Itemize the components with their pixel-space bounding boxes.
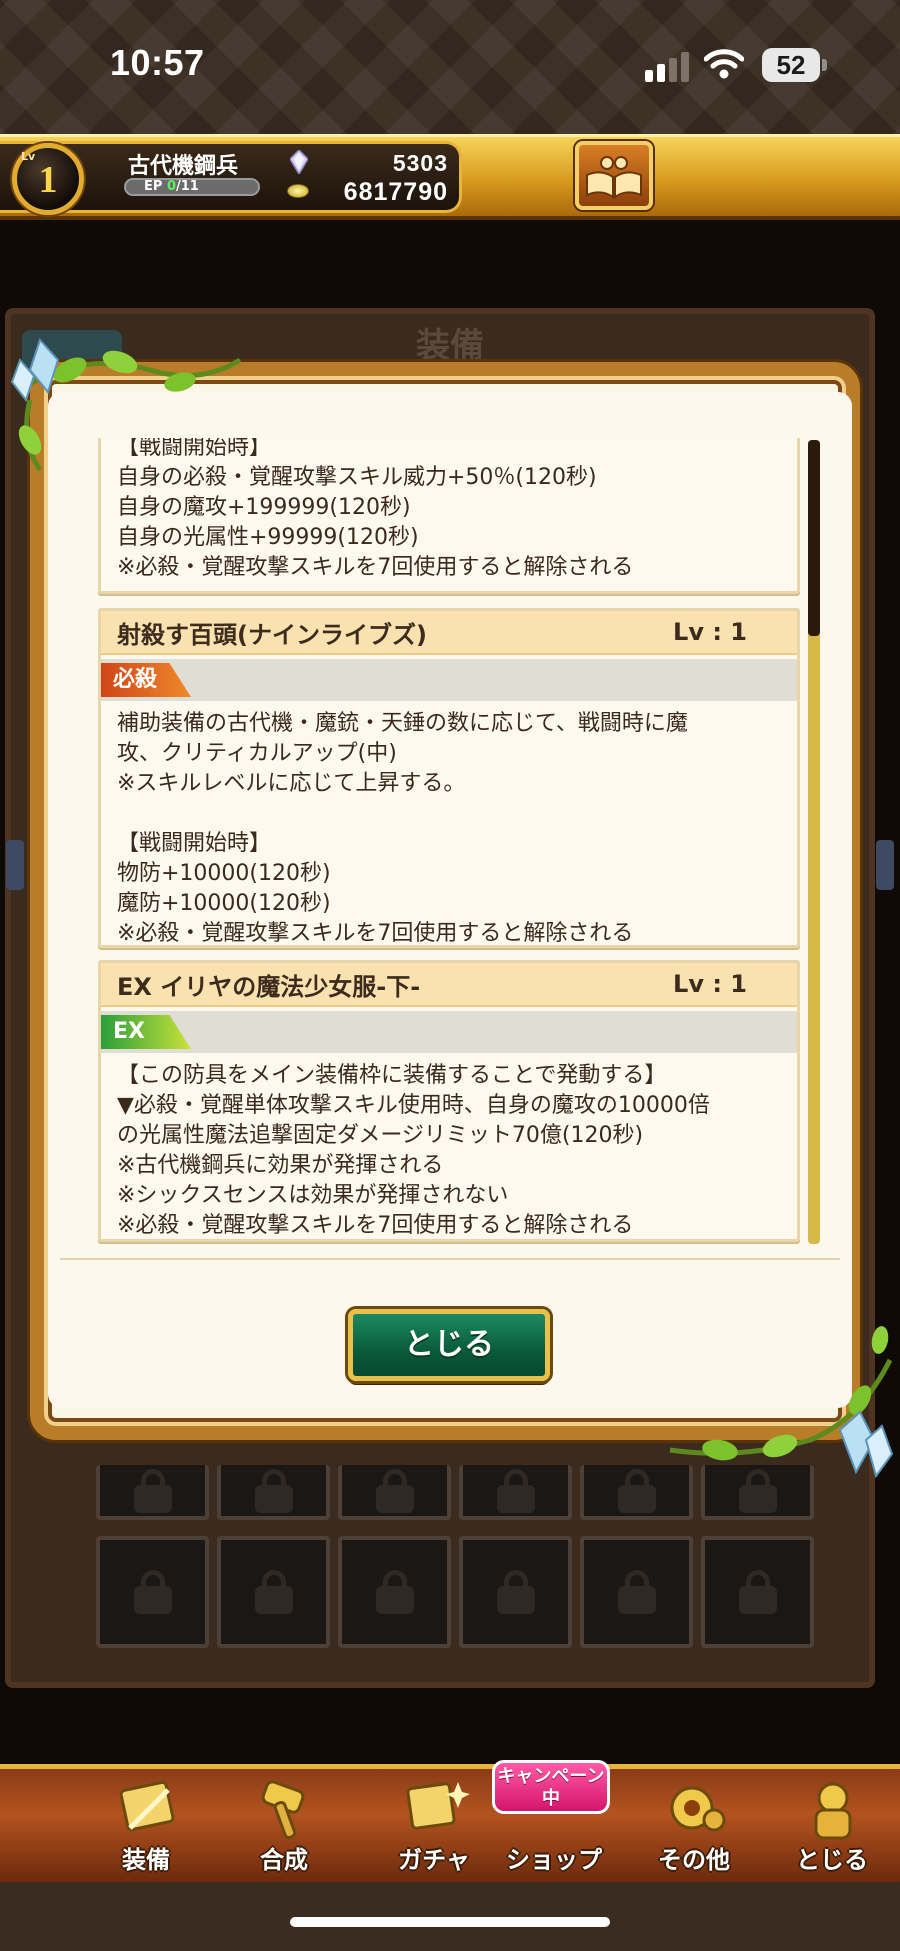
description-line: 自身の魔攻+199999(120秒) — [117, 495, 411, 520]
skill-description: 【戦闘開始時】 自身の必殺・覚醒攻撃スキル威力+50％(120秒) 自身の魔攻+… — [101, 438, 797, 591]
wifi-icon — [704, 49, 744, 79]
hammer-icon — [261, 1780, 305, 1839]
lock-icon — [617, 1468, 656, 1513]
ep-max: /11 — [176, 179, 199, 194]
nav-label: 装備 — [122, 1846, 170, 1874]
locked-slot[interactable] — [459, 1465, 572, 1520]
description-line: ※必殺・覚醒攻撃スキルを7回使用すると解除される — [117, 921, 634, 946]
locked-slot[interactable] — [701, 1536, 814, 1648]
description-line: ※シックスセンスは効果が発揮されない — [117, 1183, 509, 1208]
campaign-badge[interactable]: キャンペーン中 — [492, 1760, 610, 1814]
player-name: 古代機鋼兵 — [128, 154, 239, 179]
ex-tag: EX — [101, 1015, 191, 1049]
description-line: ※古代機鋼兵に効果が発揮される — [117, 1153, 444, 1178]
locked-slot[interactable] — [338, 1465, 451, 1520]
nav-label: 合成 — [260, 1846, 308, 1874]
skill-level: Lv : 1 — [673, 618, 747, 646]
book-button[interactable] — [575, 141, 653, 210]
left-side-handle — [6, 840, 24, 890]
battery-indicator: 52 — [762, 48, 820, 82]
description-line: 自身の必殺・覚醒攻撃スキル威力+50％(120秒) — [117, 465, 597, 490]
locked-slot[interactable] — [459, 1536, 572, 1648]
book-icon — [586, 156, 642, 199]
locked-slot[interactable] — [338, 1536, 451, 1648]
coins-value: 6817790 — [343, 178, 448, 206]
skill-tag-row: EX — [101, 1011, 797, 1053]
skill-card: 【戦闘開始時】 自身の必殺・覚醒攻撃スキル威力+50％(120秒) 自身の魔攻+… — [98, 438, 800, 594]
gems-value: 5303 — [392, 150, 448, 176]
lock-icon — [133, 1468, 172, 1513]
nav-label: ショップ — [506, 1846, 602, 1874]
close-button[interactable]: とじる — [348, 1309, 550, 1381]
description-line: ※必殺・覚醒攻撃スキルを7回使用すると解除される — [117, 1213, 634, 1238]
description-line: 【戦闘開始時】 — [117, 831, 272, 856]
skill-card-header: EX イリヤの魔法少女服-下- Lv : 1 — [101, 963, 797, 1007]
skill-card: EX イリヤの魔法少女服-下- Lv : 1 EX 【この防具をメイン装備枠に装… — [98, 960, 800, 1242]
battery-tip — [822, 59, 827, 71]
nav-gacha[interactable]: ガチャ — [366, 1770, 502, 1880]
description-line: の光属性魔法追撃固定ダメージリミット70億(120秒) — [117, 1123, 644, 1148]
close-icon — [814, 1782, 852, 1840]
lock-icon — [254, 1468, 293, 1513]
scrollbar-thumb[interactable] — [808, 440, 820, 636]
nav-label: とじる — [796, 1846, 868, 1874]
equipment-icon — [119, 1780, 175, 1832]
description-line: 物防+10000(120秒) — [117, 861, 331, 886]
right-side-handle — [876, 840, 894, 890]
lock-icon — [375, 1468, 414, 1513]
locked-slot[interactable] — [96, 1465, 209, 1520]
nav-close[interactable]: とじる — [764, 1770, 900, 1880]
vine-decoration-icon — [669, 1326, 894, 1479]
skill-description: 補助装備の古代機・魔銃・天錘の数に応じて、戦闘時に魔 攻、クリティカルアップ(中… — [101, 701, 797, 957]
nav-label: その他 — [658, 1846, 730, 1874]
description-line: 自身の光属性+99999(120秒) — [117, 525, 419, 550]
description-line — [117, 799, 779, 829]
gear-icon — [670, 1786, 726, 1832]
skill-list[interactable]: 【戦闘開始時】 自身の必殺・覚醒攻撃スキル威力+50％(120秒) 自身の魔攻+… — [98, 438, 802, 1246]
lock-icon — [375, 1570, 414, 1614]
description-line: 魔防+10000(120秒) — [117, 891, 331, 916]
lock-icon — [496, 1570, 535, 1614]
nav-label: ガチャ — [398, 1846, 470, 1874]
lock-icon — [133, 1570, 172, 1614]
status-time: 10:57 — [110, 42, 205, 83]
home-indicator — [290, 1917, 610, 1927]
hissatsu-tag: 必殺 — [101, 663, 191, 697]
locked-slot[interactable] — [96, 1536, 209, 1648]
ep-label: EP — [144, 179, 163, 194]
description-line: 【この防具をメイン装備枠に装備することで発動する】 — [117, 1063, 667, 1088]
skill-description: 【この防具をメイン装備枠に装備することで発動する】 ▼必殺・覚醒単体攻撃スキル使… — [101, 1053, 797, 1246]
skill-card-header: 射殺す百頭(ナインライブズ) Lv : 1 — [101, 611, 797, 655]
lock-icon — [617, 1570, 656, 1614]
nav-equipment[interactable]: 装備 — [78, 1770, 214, 1880]
skill-name: EX イリヤの魔法少女服-下- — [117, 972, 421, 1001]
gem-icon — [290, 150, 308, 174]
description-line: 【戦闘開始時】 — [117, 438, 272, 460]
skill-card: 射殺す百頭(ナインライブズ) Lv : 1 必殺 補助装備の古代機・魔銃・天錘の… — [98, 608, 800, 948]
description-line: ※スキルレベルに応じて上昇する。 — [117, 771, 466, 796]
signal-icon — [645, 50, 691, 82]
lock-icon — [254, 1570, 293, 1614]
lock-icon — [496, 1468, 535, 1513]
level-badge: Lv 1 — [12, 143, 84, 215]
lock-icon — [738, 1570, 777, 1614]
description-line: 攻、クリティカルアップ(中) — [117, 741, 397, 766]
description-line: ※必殺・覚醒攻撃スキルを7回使用すると解除される — [117, 555, 634, 580]
locked-slot[interactable] — [217, 1536, 330, 1648]
gacha-icon — [406, 1782, 470, 1830]
ep-current: 0 — [166, 179, 176, 194]
locked-slot[interactable] — [580, 1536, 693, 1648]
popup-divider — [60, 1258, 840, 1260]
ep-bar: EP 0/11 — [124, 178, 260, 196]
description-line: ▼必殺・覚醒単体攻撃スキル使用時、自身の魔攻の10000倍 — [117, 1093, 710, 1118]
skill-level: Lv : 1 — [673, 970, 747, 998]
coin-icon — [287, 184, 309, 198]
skill-tag-row: 必殺 — [101, 659, 797, 701]
nav-other[interactable]: その他 — [626, 1770, 762, 1880]
nav-synthesis[interactable]: 合成 — [216, 1770, 352, 1880]
description-line: 補助装備の古代機・魔銃・天錘の数に応じて、戦闘時に魔 — [117, 711, 688, 736]
locked-slot[interactable] — [217, 1465, 330, 1520]
player-level: 1 — [38, 159, 58, 201]
skill-name: 射殺す百頭(ナインライブズ) — [117, 620, 427, 649]
